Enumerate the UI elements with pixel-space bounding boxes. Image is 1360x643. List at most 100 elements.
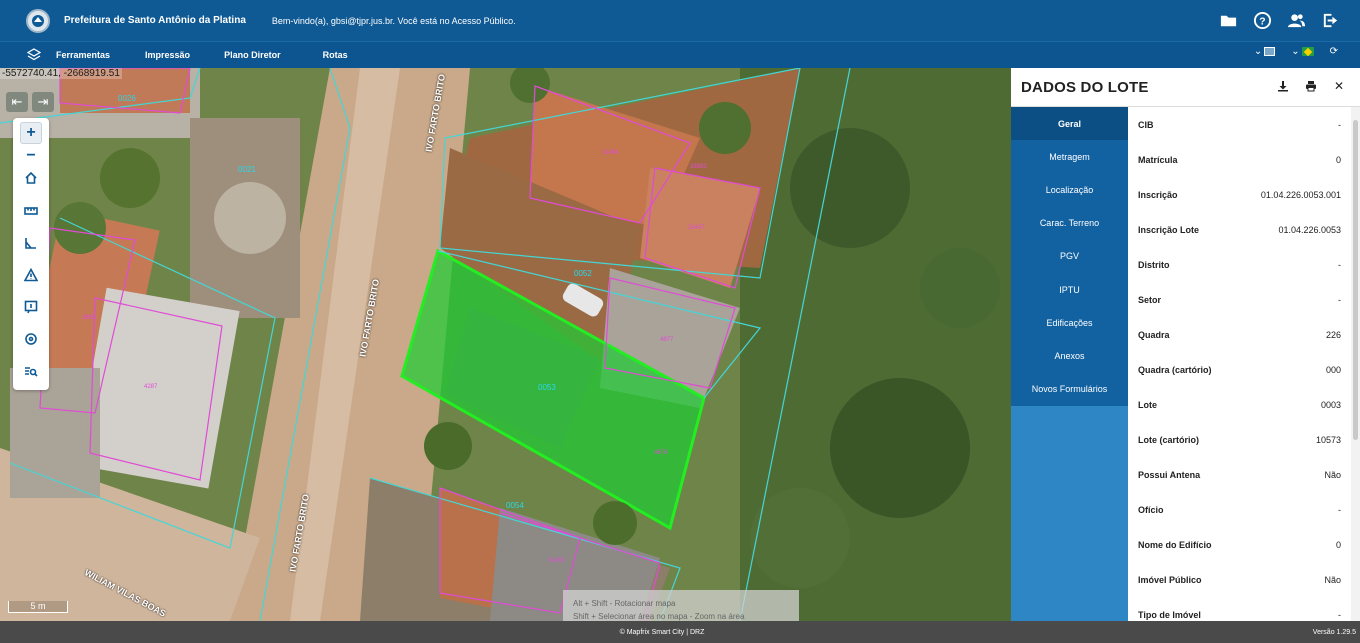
field-row: Matrícula 0 [1128,142,1352,177]
tab-novos-formularios[interactable]: Novos Formulários [1011,372,1128,406]
svg-text:31457: 31457 [688,225,705,231]
welcome-message: Bem-vindo(a), gbsi@tjpr.jus.br. Você est… [271,15,516,26]
logout-icon[interactable] [1320,9,1340,31]
panel-tabs: Geral Metragem Localização Carac. Terren… [1011,107,1128,621]
app-root: Prefeitura de Santo Antônio da Platina B… [0,0,1360,643]
field-label: Inscrição [1138,189,1178,200]
field-label: Ofício [1138,504,1164,515]
previous-extent-icon[interactable]: ⇤ [6,92,28,112]
ruler-icon[interactable] [20,200,42,222]
field-label: Quadra [1138,329,1170,340]
scale-bar: 5 m [8,601,68,613]
search-list-icon[interactable] [20,361,42,383]
field-row: Setor - [1128,282,1352,317]
svg-text:2686: 2686 [82,315,96,321]
field-row: Distrito - [1128,247,1352,282]
menu-bar: Ferramentas Impressão Plano Diretor Rota… [0,41,1360,68]
zoom-in-button[interactable]: + [20,122,42,144]
refresh-icon[interactable]: ⟳ [1330,46,1338,57]
measure-angle-icon[interactable] [20,232,42,254]
field-label: Quadra (cartório) [1138,364,1212,375]
field-row: Quadra 226 [1128,317,1352,352]
download-icon[interactable] [1276,79,1290,93]
basemap-dropdown[interactable]: ⌄ [1253,46,1276,57]
field-label: Imóvel Público [1138,574,1202,585]
tab-pgv[interactable]: PGV [1011,239,1128,273]
language-dropdown[interactable]: ⌄ [1291,46,1314,57]
home-icon[interactable] [20,167,42,189]
users-icon[interactable] [1286,9,1306,31]
layers-icon[interactable] [24,45,44,65]
folder-icon[interactable] [1218,9,1238,31]
field-label: Nome do Edifício [1138,539,1212,550]
info-panel-icon[interactable] [20,296,42,318]
panel-header: DADOS DO LOTE ✕ [1011,68,1360,107]
field-value: - [1338,294,1341,305]
lot-fields: CIB - Matrícula 0 Inscrição 01.04.226.0053.… [1128,107,1352,621]
lot-label: 0026 [118,94,136,103]
brazil-flag-icon [1301,47,1314,56]
field-label: Inscrição Lote [1138,224,1200,235]
tab-localizacao[interactable]: Localização [1011,173,1128,207]
field-value: Não [1324,574,1341,585]
menu-rotas[interactable]: Rotas [323,50,348,60]
aerial-imagery: 0026 0021 2686 4287 31454 33982 31457 00… [0,68,1011,621]
field-row: Ofício - [1128,492,1352,527]
menu-ferramentas[interactable]: Ferramentas [56,50,110,60]
field-value: 0 [1335,154,1341,165]
lot-data-panel: DADOS DO LOTE ✕ Geral Metragem Localizaç… [1011,68,1360,621]
chevron-down-icon: ⌄ [1253,46,1263,57]
svg-text:4877: 4877 [660,337,674,343]
close-icon[interactable]: ✕ [1332,79,1346,93]
menu-impressao[interactable]: Impressão [145,50,190,60]
lot-label: 0021 [238,165,256,174]
svg-text:31453: 31453 [548,558,565,564]
tabs-background [1011,406,1128,621]
field-value: Não [1324,469,1341,480]
field-label: Lote [1138,399,1157,410]
svg-text:33982: 33982 [690,164,707,170]
field-row: Tipo de Imóvel - [1128,597,1352,621]
map-view[interactable]: 0026 0021 2686 4287 31454 33982 31457 00… [0,68,1011,621]
print-icon[interactable] [1304,79,1318,93]
tab-anexos[interactable]: Anexos [1011,339,1128,373]
hint-rotate: Alt + Shift - Rotacionar mapa [573,599,676,608]
menu-plano-diretor[interactable]: Plano Diretor [224,50,281,60]
map-toolbox: + − [13,118,49,390]
field-row: Inscrição Lote 01.04.226.0053 [1128,212,1352,247]
top-icons: ? [1218,9,1340,31]
footer-credit: © Mapfrix Smart City | DRZ [619,629,705,636]
top-bar: Prefeitura de Santo Antônio da Platina B… [0,0,1360,41]
field-row: Quadra (cartório) 000 [1128,352,1352,387]
field-row: CIB - [1128,107,1352,142]
field-label: Distrito [1138,259,1170,270]
field-value: - [1338,504,1341,515]
tab-carac-terreno[interactable]: Carac. Terreno [1011,206,1128,240]
field-value: 01.04.226.0053 [1278,224,1341,235]
zoom-out-button[interactable]: − [20,145,42,167]
panel-scrollbar[interactable] [1353,120,1358,440]
panel-title: DADOS DO LOTE [1021,78,1149,96]
warning-icon[interactable] [20,264,42,286]
field-value: 01.04.226.0053.001 [1260,189,1341,200]
field-label: CIB [1138,119,1154,130]
footer: © Mapfrix Smart City | DRZ Versão 1.29.5 [0,621,1360,643]
tab-metragem[interactable]: Metragem [1011,140,1128,174]
city-logo-icon [26,8,50,33]
field-value: - [1338,609,1341,620]
field-value: 0003 [1320,399,1341,410]
locate-icon[interactable] [20,328,42,350]
svg-text:?: ? [1259,16,1265,27]
chevron-down-icon: ⌄ [1291,46,1300,57]
next-extent-icon[interactable]: ⇥ [32,92,54,112]
field-row: Lote (cartório) 10573 [1128,422,1352,457]
coordinates-readout: -5572740.41, -2668919.51 [0,68,122,79]
tab-edificacoes[interactable]: Edificações [1011,306,1128,340]
field-label: Possui Antena [1138,469,1201,480]
field-value: - [1338,259,1341,270]
tab-iptu[interactable]: IPTU [1011,272,1128,307]
tab-geral[interactable]: Geral [1011,107,1128,141]
help-icon[interactable]: ? [1252,9,1272,31]
field-row: Nome do Edifício 0 [1128,527,1352,562]
field-value: - [1338,119,1341,130]
